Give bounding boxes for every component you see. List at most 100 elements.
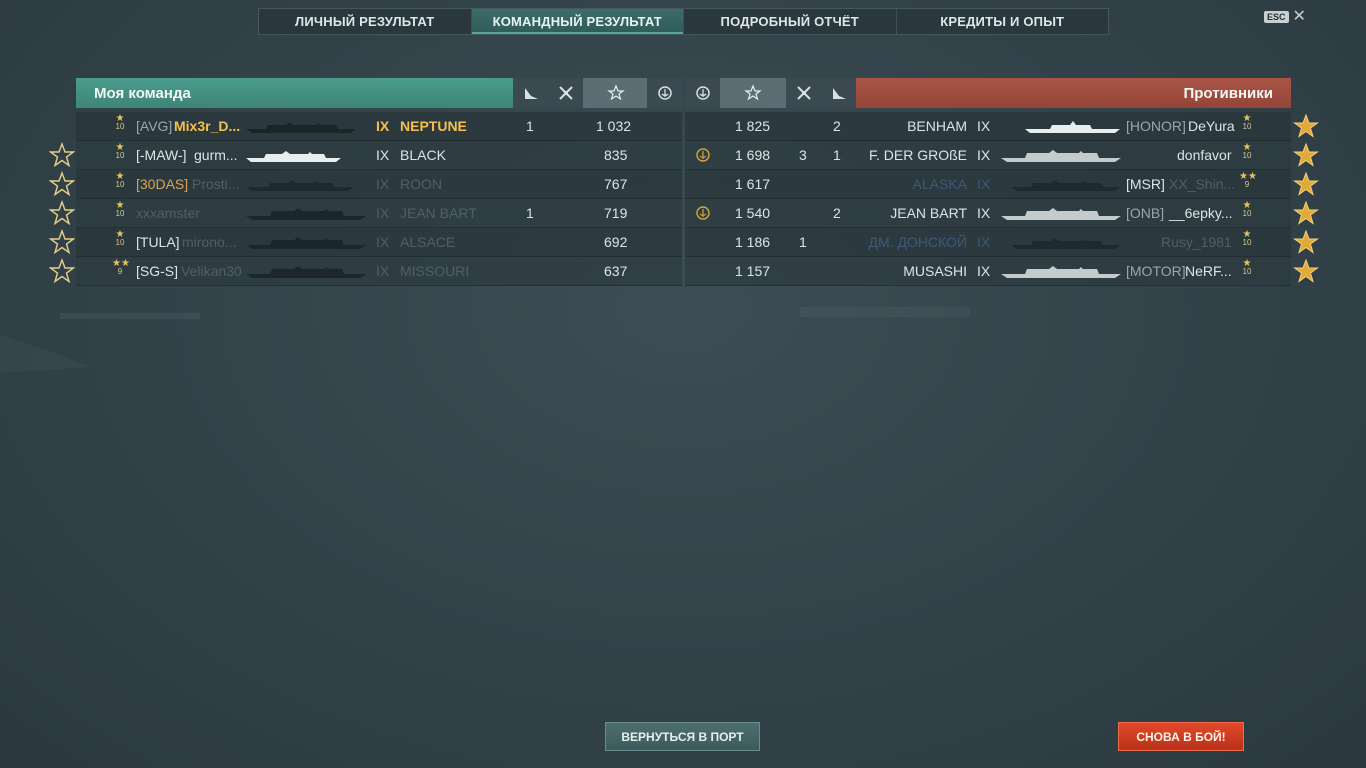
star-filled-icon: [1292, 171, 1320, 197]
tab-detailed-report[interactable]: ПОДРОБНЫЙ ОТЧЁТ: [684, 9, 897, 34]
clan-tag: [MOTOR]: [1126, 263, 1186, 279]
tier-badge: ★ 10: [1242, 229, 1252, 247]
clan-tag: [MSR]: [1126, 176, 1165, 192]
ship-silhouette-icon: [246, 237, 366, 249]
ship-name: ДМ. ДОНСКОЙ: [868, 234, 967, 250]
table-row[interactable]: ★ 10 [-MAW-] gurm... IX BLACK 835: [76, 141, 682, 170]
base-capture-icon: [647, 78, 682, 108]
clan-tag: [AVG]: [136, 118, 173, 134]
ship-name: JEAN BART: [400, 205, 477, 221]
ship-silhouette-icon: [1025, 121, 1120, 133]
torpedo-kill-icon: [821, 78, 856, 108]
planes-value: 3: [799, 147, 807, 163]
player-name: xxxamster: [136, 205, 200, 221]
xp-value: 1 032: [596, 118, 632, 134]
tier-badge: ★ 10: [115, 200, 125, 218]
my-team-header: Моя команда: [76, 78, 682, 108]
star-outline-icon: [48, 142, 76, 168]
clan-tag: [ONB]: [1126, 205, 1165, 221]
ship-silhouette-icon: [1011, 238, 1121, 249]
ship-name: NEPTUNE: [400, 118, 467, 134]
ship-silhouette-icon: [246, 151, 341, 162]
enemy-team-title: Противники: [1183, 85, 1273, 102]
ship-name: MUSASHI: [903, 263, 967, 279]
table-row[interactable]: ★ 10 [30DAS] Prosti... IX ROON 767: [76, 170, 682, 199]
ship-tier: IX: [977, 234, 991, 250]
clan-tag: [SG-S]: [136, 263, 179, 279]
ship-silhouette-icon: [1001, 266, 1121, 278]
ship-name: MISSOURI: [400, 263, 470, 279]
star-filled-icon: [1292, 258, 1320, 284]
table-row[interactable]: 1 186 1 ДМ. ДОНСКОЙ IX Rusy_1981 ★ 10: [685, 228, 1291, 257]
ship-tier: IX: [977, 147, 991, 163]
xp-star-icon: [583, 78, 649, 108]
base-capture-icon: [696, 206, 710, 220]
table-row[interactable]: 1 617 ALASKA IX [MSR] XX_Shin... ★★ 9: [685, 170, 1291, 199]
clan-tag: [TULA]: [136, 234, 180, 250]
plane-kill-icon: [548, 78, 583, 108]
table-row[interactable]: 1 157 MUSASHI IX [MOTOR] NeRF... ★ 10: [685, 257, 1291, 286]
planes-value: 1: [799, 234, 807, 250]
kills-value: 2: [833, 118, 841, 134]
table-row[interactable]: ★ 10 xxxamster IX JEAN BART 1 719: [76, 199, 682, 228]
tab-personal-result[interactable]: ЛИЧНЫЙ РЕЗУЛЬТАТ: [259, 9, 472, 34]
close-icon: ✕: [1292, 8, 1306, 25]
tier-badge: ★ 10: [1242, 258, 1252, 276]
xp-value: 767: [604, 176, 628, 192]
tier-badge: ★★ 9: [112, 258, 130, 276]
ship-tier: IX: [376, 147, 390, 163]
xp-value: 719: [604, 205, 628, 221]
star-filled-icon: [1292, 113, 1320, 139]
tier-badge: ★ 10: [115, 142, 125, 160]
table-row[interactable]: 1 698 3 1 F. DER GROßE IX donfavor ★ 10: [685, 141, 1291, 170]
ship-silhouette-icon: [1011, 180, 1121, 191]
ship-name: ALSACE: [400, 234, 456, 250]
base-capture-icon: [685, 78, 720, 108]
player-name: Mix3r_D...: [174, 118, 241, 134]
enemy-team-header: Противники: [685, 78, 1291, 108]
player-name: Prosti...: [192, 176, 240, 192]
tab-credits-xp[interactable]: КРЕДИТЫ И ОПЫТ: [897, 9, 1109, 34]
star-outline-icon: [48, 229, 76, 255]
plane-kill-icon: [786, 78, 821, 108]
xp-value: 1 157: [735, 263, 771, 279]
table-row[interactable]: ★★ 9 [SG-S] Velikan30 IX MISSOURI 637: [76, 257, 682, 286]
battle-again-button[interactable]: СНОВА В БОЙ!: [1118, 722, 1244, 751]
ship-silhouette-icon: [1001, 150, 1121, 162]
table-row[interactable]: 1 825 2 BENHAM IX [HONOR] DeYura ★ 10: [685, 112, 1291, 141]
ship-tier: IX: [376, 118, 390, 134]
ship-tier: IX: [376, 176, 390, 192]
tier-badge: ★ 10: [1242, 200, 1252, 218]
table-row[interactable]: ★ 10 [TULA] mirono... IX ALSACE 692: [76, 228, 682, 257]
clan-tag: [30DAS]: [136, 176, 189, 192]
ship-tier: IX: [977, 118, 991, 134]
player-name: Rusy_1981: [1161, 234, 1232, 250]
kills-value: 1: [526, 205, 534, 221]
ship-tier: IX: [977, 205, 991, 221]
tier-badge: ★ 10: [115, 113, 125, 131]
my-team-table: ★ 10 [AVG] Mix3r_D... IX NEPTUNE 1 1 032 …: [76, 112, 682, 286]
result-tabs: ЛИЧНЫЙ РЕЗУЛЬТАТ КОМАНДНЫЙ РЕЗУЛЬТАТ ПОД…: [258, 8, 1109, 35]
ship-tier: IX: [376, 205, 390, 221]
star-outline-icon: [48, 258, 76, 284]
ship-silhouette-icon: [1001, 208, 1121, 220]
xp-value: 1 698: [735, 147, 771, 163]
tab-team-result[interactable]: КОМАНДНЫЙ РЕЗУЛЬТАТ: [471, 9, 684, 34]
tier-badge: ★ 10: [115, 171, 125, 189]
base-capture-icon: [696, 148, 710, 162]
close-button[interactable]: ESC ✕: [1264, 8, 1306, 25]
ship-tier: IX: [376, 234, 390, 250]
return-to-port-button[interactable]: ВЕРНУТЬСЯ В ПОРТ: [605, 722, 760, 751]
player-name: NeRF...: [1185, 263, 1232, 279]
ship-silhouette-icon: [246, 180, 354, 191]
tier-badge: ★ 10: [1242, 113, 1252, 131]
torpedo-kill-icon: [513, 78, 548, 108]
xp-value: 1 825: [735, 118, 771, 134]
table-row[interactable]: ★ 10 [AVG] Mix3r_D... IX NEPTUNE 1 1 032: [76, 112, 682, 141]
ship-tier: IX: [376, 263, 390, 279]
esc-key-label: ESC: [1264, 11, 1289, 23]
player-name: __6epky...: [1169, 205, 1233, 221]
ship-name: ROON: [400, 176, 442, 192]
table-row[interactable]: 1 540 2 JEAN BART IX [ONB] __6epky... ★ 1…: [685, 199, 1291, 228]
ship-silhouette-icon: [246, 208, 366, 220]
